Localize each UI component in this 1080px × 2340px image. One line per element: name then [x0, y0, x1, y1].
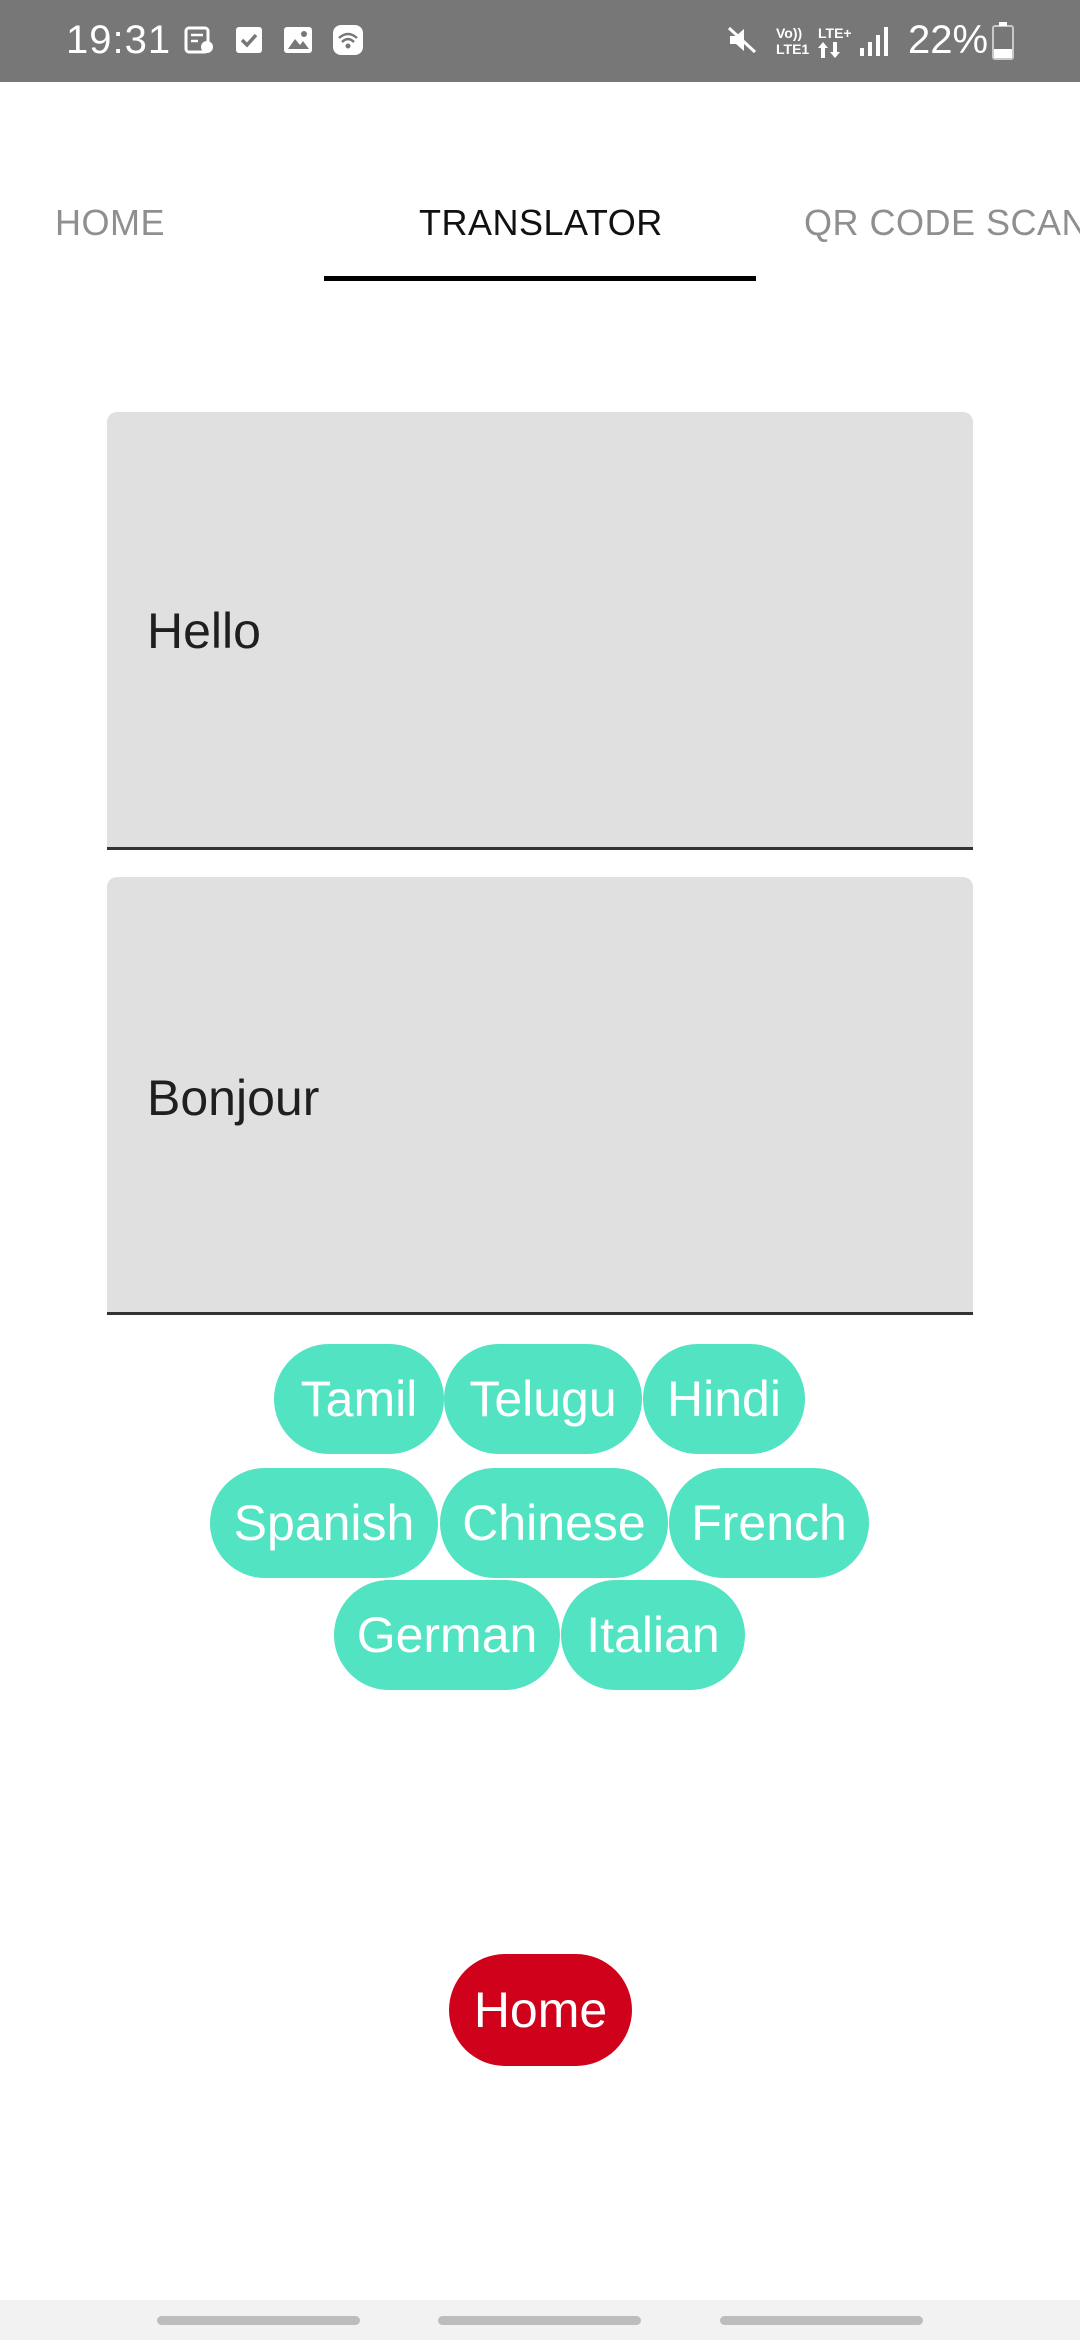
lte1-label: LTE1: [776, 41, 810, 57]
tab-home[interactable]: HOME: [55, 202, 165, 244]
signal-icon: [860, 27, 888, 56]
status-bar: 19:31 Vo)) LTE1 LTE+ 22%: [0, 0, 1080, 82]
gallery-icon: [284, 27, 312, 53]
language-chip-tamil[interactable]: Tamil: [274, 1344, 444, 1454]
tab-qr-code-scanner[interactable]: QR CODE SCANNER: [804, 202, 1080, 244]
mute-icon: [727, 26, 757, 54]
checkbox-icon: [236, 27, 262, 53]
notification-icon: [184, 26, 213, 54]
system-nav-bar: [0, 2300, 1080, 2340]
battery-percent: 22%: [908, 18, 989, 62]
nav-back-handle[interactable]: [720, 2316, 923, 2325]
output-text-field[interactable]: Bonjour: [107, 877, 973, 1315]
tab-bar: HOME TRANSLATOR QR CODE SCANNER: [0, 82, 1080, 282]
language-chip-italian[interactable]: Italian: [561, 1580, 745, 1690]
input-text-value: Hello: [147, 603, 261, 659]
volte-label: Vo)): [776, 25, 803, 41]
tab-active-indicator: [324, 276, 756, 281]
data-arrows-icon: [818, 42, 840, 58]
input-text-field[interactable]: Hello: [107, 412, 973, 850]
battery-icon: [992, 22, 1014, 60]
language-chip-french[interactable]: French: [669, 1468, 869, 1578]
language-chip-chinese[interactable]: Chinese: [440, 1468, 668, 1578]
tab-translator[interactable]: TRANSLATOR: [419, 202, 663, 244]
wifi-icon: [333, 25, 363, 55]
language-chip-spanish[interactable]: Spanish: [210, 1468, 438, 1578]
output-text-value: Bonjour: [147, 1070, 320, 1126]
home-button[interactable]: Home: [449, 1954, 632, 2066]
language-chip-telugu[interactable]: Telugu: [444, 1344, 642, 1454]
status-time: 19:31: [66, 18, 172, 62]
language-chip-hindi[interactable]: Hindi: [643, 1344, 805, 1454]
nav-recents-handle[interactable]: [157, 2316, 360, 2325]
lte-plus-label: LTE+: [818, 25, 852, 41]
nav-home-handle[interactable]: [438, 2316, 641, 2325]
language-chip-german[interactable]: German: [334, 1580, 560, 1690]
